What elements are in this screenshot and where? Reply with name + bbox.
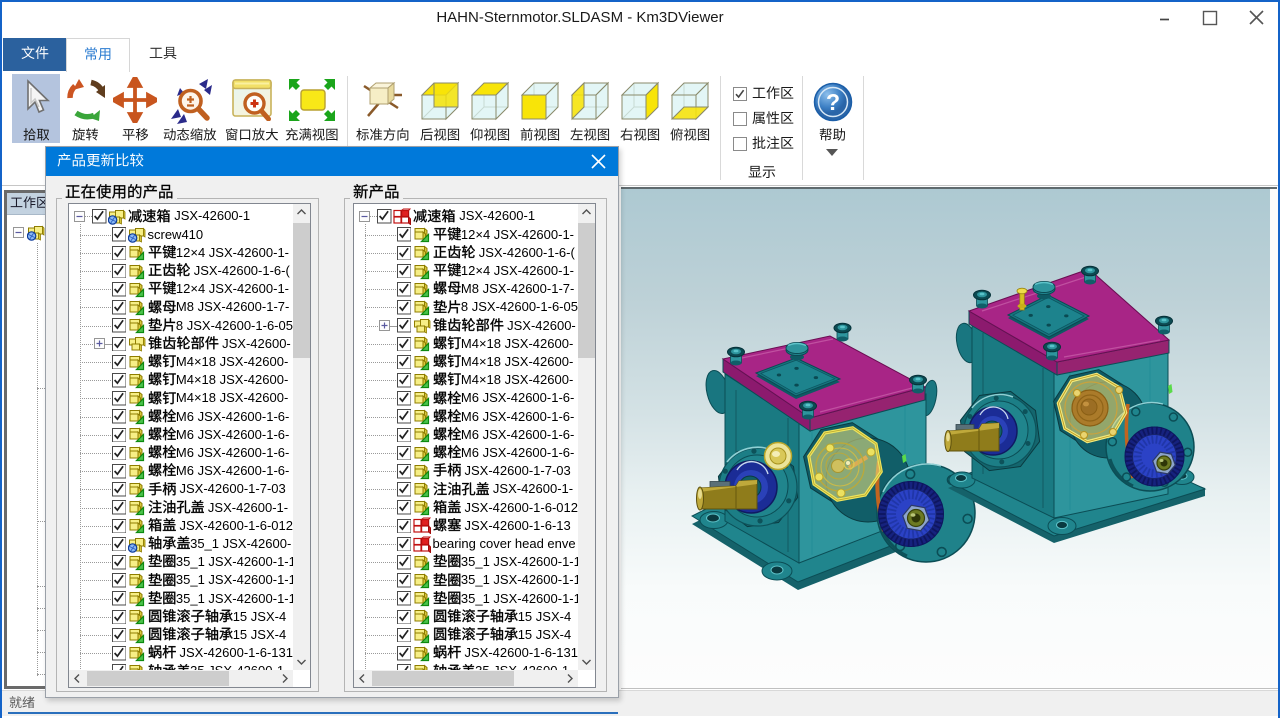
svg-text:?: ? bbox=[826, 89, 840, 115]
